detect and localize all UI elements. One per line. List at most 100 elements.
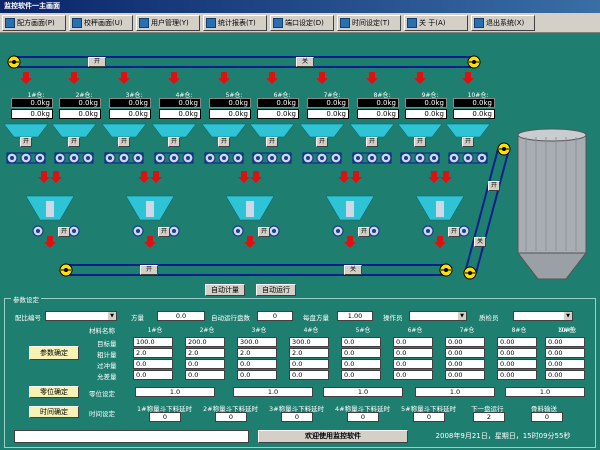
param-cell-1-7[interactable]: 0.00 bbox=[445, 337, 485, 347]
bin-setpoint-4: 0.0kg bbox=[159, 109, 201, 119]
zero-input-4[interactable]: 1.0 bbox=[415, 387, 495, 397]
inspector-select[interactable] bbox=[513, 311, 573, 321]
param-cell-2-5[interactable]: 0.0 bbox=[341, 348, 381, 358]
toolbar-button-4[interactable]: 统计报表(T) bbox=[203, 15, 267, 31]
bin-gate-button-10[interactable]: 开 bbox=[462, 137, 474, 147]
bottom-conveyor-open-button[interactable]: 开 bbox=[140, 265, 158, 275]
hopper-gate-button-5[interactable]: 开 bbox=[448, 227, 460, 237]
param-cell-4-4[interactable]: 0.0 bbox=[289, 370, 329, 380]
top-conveyor-open-button[interactable]: 开 bbox=[88, 57, 106, 67]
toolbar-button-1[interactable]: 配方画面(P) bbox=[2, 15, 66, 31]
hopper-gate-button-1[interactable]: 开 bbox=[58, 227, 70, 237]
hopper-gate-button-3[interactable]: 开 bbox=[258, 227, 270, 237]
param-cell-3-1[interactable]: 0.0 bbox=[133, 359, 173, 369]
zero-input-5[interactable]: 1.0 bbox=[505, 387, 585, 397]
auto-runs-input[interactable]: 0 bbox=[257, 311, 293, 321]
param-cell-4-9[interactable]: 0.00 bbox=[545, 370, 585, 380]
toolbar-button-6[interactable]: 时间设定(T) bbox=[337, 15, 401, 31]
batch-input[interactable]: 0.0 bbox=[157, 311, 205, 321]
bin-gate-button-1[interactable]: 开 bbox=[20, 137, 32, 147]
top-conveyor-close-button[interactable]: 关 bbox=[296, 57, 314, 67]
per-batch-input[interactable]: 1.00 bbox=[337, 311, 373, 321]
hopper-delay-input-5[interactable]: 0 bbox=[413, 412, 445, 422]
param-cell-1-1[interactable]: 100.0 bbox=[133, 337, 173, 347]
bin-gate-button-4[interactable]: 开 bbox=[168, 137, 180, 147]
bin-gate-button-2[interactable]: 开 bbox=[68, 137, 80, 147]
param-cell-1-8[interactable]: 0.00 bbox=[497, 337, 537, 347]
bin-gate-button-9[interactable]: 开 bbox=[414, 137, 426, 147]
auto-weigh-button[interactable]: 自动计量 bbox=[205, 284, 245, 296]
confirm-params-button[interactable]: 参数确定 bbox=[29, 346, 79, 360]
param-cell-2-8[interactable]: 0.00 bbox=[497, 348, 537, 358]
hopper-delay-input-4[interactable]: 0 bbox=[347, 412, 379, 422]
param-cell-2-9[interactable]: 0.00 bbox=[545, 348, 585, 358]
param-cell-4-1[interactable]: 0.0 bbox=[133, 370, 173, 380]
weigh-hopper-indicator-3 bbox=[246, 201, 254, 217]
toolbar-button-3[interactable]: 用户管理(Y) bbox=[136, 15, 200, 31]
toolbar-button-2[interactable]: 校秤画面(U) bbox=[69, 15, 133, 31]
hopper-gate-button-4[interactable]: 开 bbox=[358, 227, 370, 237]
incline-close-button[interactable]: 关 bbox=[474, 237, 486, 247]
param-cell-3-4[interactable]: 0.0 bbox=[289, 359, 329, 369]
toolbar-button-7[interactable]: 关 于(A) bbox=[404, 15, 468, 31]
param-cell-1-2[interactable]: 200.0 bbox=[185, 337, 225, 347]
operator-select[interactable] bbox=[409, 311, 467, 321]
param-cell-1-5[interactable]: 0.0 bbox=[341, 337, 381, 347]
param-cell-2-4[interactable]: 2.0 bbox=[289, 348, 329, 358]
param-cell-3-2[interactable]: 0.0 bbox=[185, 359, 225, 369]
param-cell-4-8[interactable]: 0.00 bbox=[497, 370, 537, 380]
auto-run-button[interactable]: 自动运行 bbox=[256, 284, 296, 296]
param-cell-2-6[interactable]: 0.0 bbox=[393, 348, 433, 358]
param-cell-4-6[interactable]: 0.0 bbox=[393, 370, 433, 380]
bottom-conveyor-close-button[interactable]: 关 bbox=[344, 265, 362, 275]
bin-gate-button-8[interactable]: 开 bbox=[366, 137, 378, 147]
zero-input-2[interactable]: 1.0 bbox=[233, 387, 313, 397]
bin-setpoint-2: 0.0kg bbox=[59, 109, 101, 119]
param-cell-3-7[interactable]: 0.00 bbox=[445, 359, 485, 369]
param-cell-3-3[interactable]: 0.0 bbox=[237, 359, 277, 369]
param-cell-2-1[interactable]: 2.0 bbox=[133, 348, 173, 358]
param-cell-2-2[interactable]: 2.0 bbox=[185, 348, 225, 358]
param-cell-1-3[interactable]: 300.0 bbox=[237, 337, 277, 347]
bin-gate-button-5[interactable]: 开 bbox=[218, 137, 230, 147]
bin-gate-button-7[interactable]: 开 bbox=[316, 137, 328, 147]
hopper-delay-input-3[interactable]: 0 bbox=[281, 412, 313, 422]
recipe-no-select[interactable] bbox=[45, 311, 117, 321]
hopper-delay-input-2[interactable]: 0 bbox=[215, 412, 247, 422]
per-batch-label: 每盘方量 bbox=[303, 314, 329, 322]
param-cell-4-3[interactable]: 0.0 bbox=[237, 370, 277, 380]
bin-weight-7: 0.0kg bbox=[307, 98, 349, 108]
toolbar-button-8[interactable]: 退出系统(X) bbox=[471, 15, 535, 31]
hopper-gate-button-2[interactable]: 开 bbox=[158, 227, 170, 237]
param-cell-3-6[interactable]: 0.0 bbox=[393, 359, 433, 369]
param-cell-1-9[interactable]: 0.00 bbox=[545, 337, 585, 347]
zero-confirm-button[interactable]: 零位确定 bbox=[29, 386, 79, 398]
aggregate-delay-input[interactable]: 0 bbox=[531, 412, 563, 422]
toolbar-button-label: 退出系统(X) bbox=[486, 19, 525, 27]
param-cell-2-3[interactable]: 2.0 bbox=[237, 348, 277, 358]
param-cell-4-5[interactable]: 0.0 bbox=[341, 370, 381, 380]
top-conveyor-belt bbox=[13, 56, 475, 68]
param-cell-3-8[interactable]: 0.00 bbox=[497, 359, 537, 369]
param-cell-1-6[interactable]: 0.0 bbox=[393, 337, 433, 347]
time-confirm-button[interactable]: 时间确定 bbox=[29, 406, 79, 418]
zero-input-3[interactable]: 1.0 bbox=[323, 387, 403, 397]
zero-setting-label: 零位设定 bbox=[89, 390, 115, 398]
incline-open-button[interactable]: 开 bbox=[488, 181, 500, 191]
param-cell-4-7[interactable]: 0.00 bbox=[445, 370, 485, 380]
toolbar-button-label: 校秤画面(U) bbox=[84, 19, 123, 27]
param-cell-2-7[interactable]: 0.00 bbox=[445, 348, 485, 358]
param-cell-4-2[interactable]: 0.0 bbox=[185, 370, 225, 380]
param-col-7: 7#仓 bbox=[459, 327, 475, 334]
param-cell-3-5[interactable]: 0.0 bbox=[341, 359, 381, 369]
next-run-input[interactable]: 2 bbox=[473, 412, 505, 422]
zero-input-1[interactable]: 1.0 bbox=[135, 387, 215, 397]
param-cell-3-9[interactable]: 0.00 bbox=[545, 359, 585, 369]
toolbar-button-5[interactable]: 端口设定(D) bbox=[270, 15, 334, 31]
hopper-delay-input-1[interactable]: 0 bbox=[149, 412, 181, 422]
bin-hopper-4 bbox=[151, 123, 197, 138]
bin-gate-button-6[interactable]: 开 bbox=[266, 137, 278, 147]
param-cell-1-4[interactable]: 300.0 bbox=[289, 337, 329, 347]
bin-arrow-10 bbox=[462, 72, 474, 84]
bin-gate-button-3[interactable]: 开 bbox=[118, 137, 130, 147]
